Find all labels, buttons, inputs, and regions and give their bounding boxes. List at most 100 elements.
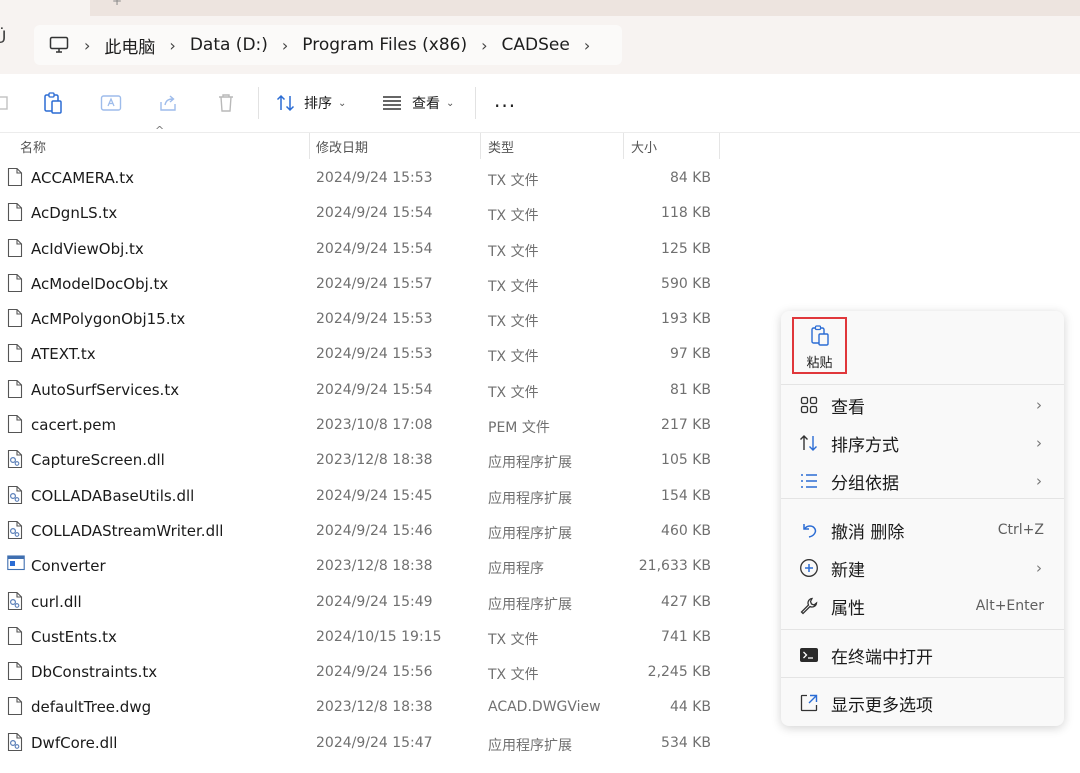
file-row[interactable]: defaultTree.dwg 2023/12/8 18:38 ACAD.DWGVi… [0, 689, 760, 724]
file-row[interactable]: ACCAMERA.tx 2024/9/24 15:53 TX 文件 84 KB [0, 160, 760, 195]
menu-item[interactable]: 在终端中打开 [781, 638, 1064, 672]
menu-item[interactable]: 属性 Alt+Enter [781, 589, 1064, 623]
file-size: 44 KB [669, 699, 711, 716]
dll-icon [7, 520, 23, 540]
file-name: AutoSurfServices.tx [31, 380, 180, 399]
menu-item[interactable]: 查看 › [781, 388, 1064, 422]
dll-icon [7, 591, 23, 611]
paste-icon[interactable] [41, 91, 65, 115]
new-tab-button[interactable]: + [112, 0, 122, 8]
column-divider[interactable] [309, 133, 310, 159]
active-tab[interactable] [0, 0, 90, 16]
column-header-date[interactable]: 修改日期 [316, 133, 368, 159]
menu-item[interactable]: 显示更多选项 [781, 686, 1064, 720]
share-icon[interactable] [156, 91, 180, 115]
file-row[interactable]: AutoSurfServices.tx 2024/9/24 15:54 TX 文件 8… [0, 372, 760, 407]
file-icon [7, 626, 23, 646]
file-row[interactable]: Converter 2023/12/8 18:38 应用程序 21,633 KB [0, 548, 760, 583]
file-date: 2024/9/24 15:53 [316, 346, 433, 363]
sort-label: 排序 [304, 96, 332, 112]
file-row[interactable]: AcMPolygonObj15.tx 2024/9/24 15:53 TX 文件 19… [0, 301, 760, 336]
delete-icon[interactable] [214, 91, 238, 115]
column-divider[interactable] [480, 133, 481, 159]
column-header-size[interactable]: 大小 [631, 133, 657, 159]
file-row[interactable]: CaptureScreen.dll 2023/12/8 18:38 应用程序扩展 10… [0, 442, 760, 477]
file-date: 2024/9/24 15:53 [316, 311, 433, 328]
file-row[interactable]: ATEXT.tx 2024/9/24 15:53 TX 文件 97 KB [0, 336, 760, 371]
file-size: 105 KB [661, 452, 711, 469]
toolbar-divider [475, 87, 476, 119]
wrench-icon [798, 595, 820, 617]
file-row[interactable]: cacert.pem 2023/10/8 17:08 PEM 文件 217 KB [0, 407, 760, 442]
file-type: 应用程序 [488, 561, 544, 578]
file-row[interactable]: AcIdViewObj.tx 2024/9/24 15:54 TX 文件 125 KB [0, 231, 760, 266]
file-row[interactable]: AcModelDocObj.tx 2024/9/24 15:57 TX 文件 590 … [0, 266, 760, 301]
computer-icon[interactable] [48, 34, 70, 56]
breadcrumb-separator[interactable]: › [584, 36, 590, 55]
breadcrumb-item-cadsee[interactable]: CADSee [502, 35, 570, 55]
column-divider[interactable] [623, 133, 624, 159]
dll-icon [7, 449, 23, 469]
file-row[interactable]: DbConstraints.tx 2024/9/24 15:56 TX 文件 2,24… [0, 654, 760, 689]
file-type: TX 文件 [488, 173, 539, 189]
breadcrumb-item-program-files[interactable]: Program Files (x86) [302, 35, 467, 55]
sort-button[interactable]: 排序 ⌄ [276, 89, 346, 117]
file-size: 2,245 KB [647, 664, 711, 681]
file-date: 2024/9/24 15:53 [316, 170, 433, 186]
file-date: 2024/9/24 15:46 [316, 522, 433, 539]
file-row[interactable]: AcDgnLS.tx 2024/9/24 15:54 TX 文件 118 KB [0, 195, 760, 230]
file-date: 2023/12/8 18:38 [316, 699, 433, 716]
chevron-right-icon: › [1036, 396, 1042, 414]
menu-divider [781, 629, 1064, 630]
file-row[interactable]: curl.dll 2024/9/24 15:49 应用程序扩展 427 KB [0, 584, 760, 619]
file-row[interactable]: COLLADAStreamWriter.dll 2024/9/24 15:46 应用… [0, 513, 760, 548]
breadcrumb: › 此电脑 › Data (D:) › Program Files (x86) … [48, 25, 604, 65]
menu-item-label: 新建 [831, 560, 865, 581]
file-row[interactable]: COLLADABaseUtils.dll 2024/9/24 15:45 应用程序扩… [0, 478, 760, 513]
column-header-type[interactable]: 类型 [488, 133, 514, 159]
grid-view-icon [798, 394, 820, 416]
more-options-button[interactable]: ··· [494, 94, 516, 118]
file-name: CustEnts.tx [31, 627, 117, 646]
more-options-icon [798, 692, 820, 714]
menu-item[interactable]: 撤消 删除 Ctrl+Z [781, 513, 1064, 547]
file-name: Converter [31, 557, 106, 576]
file-type: 应用程序扩展 [488, 596, 572, 613]
breadcrumb-separator[interactable]: › [84, 36, 90, 55]
column-header-name[interactable]: 名称 [20, 133, 46, 159]
menu-divider [781, 498, 1064, 499]
breadcrumb-separator[interactable]: › [282, 36, 288, 55]
view-label: 查看 [412, 96, 440, 112]
file-type: 应用程序扩展 [488, 455, 572, 472]
menu-item-label: 显示更多选项 [831, 695, 933, 716]
breadcrumb-separator[interactable]: › [481, 36, 487, 55]
nav-button-partial[interactable]: Ü [0, 28, 6, 48]
file-date: 2024/9/24 15:49 [316, 593, 433, 610]
menu-item-label: 属性 [831, 598, 865, 619]
rename-icon[interactable] [99, 91, 123, 115]
undo-icon [798, 519, 820, 541]
file-type: TX 文件 [488, 384, 539, 401]
menu-item[interactable]: 排序方式 › [781, 426, 1064, 460]
menu-item-label: 分组依据 [831, 473, 899, 494]
paste-button[interactable]: 粘贴 [792, 317, 847, 374]
breadcrumb-item-this-pc[interactable]: 此电脑 [104, 33, 155, 58]
file-size: 21,633 KB [638, 558, 711, 575]
menu-item-shortcut: Alt+Enter [975, 598, 1044, 614]
file-size: 118 KB [661, 205, 711, 222]
file-icon [7, 343, 23, 363]
cut-icon[interactable] [0, 91, 14, 115]
menu-item[interactable]: 新建 › [781, 551, 1064, 585]
menu-item[interactable]: 分组依据 › [781, 464, 1064, 498]
view-button[interactable]: 查看 ⌄ [382, 89, 454, 117]
breadcrumb-item-data-drive[interactable]: Data (D:) [190, 35, 268, 55]
file-row[interactable]: DwfCore.dll 2024/9/24 15:47 应用程序扩展 534 KB [0, 725, 760, 760]
file-name: CaptureScreen.dll [31, 451, 165, 470]
file-name: AcIdViewObj.tx [31, 239, 144, 258]
breadcrumb-separator[interactable]: › [169, 36, 175, 55]
file-row[interactable]: CustEnts.tx 2024/10/15 19:15 TX 文件 741 KB [0, 619, 760, 654]
column-divider[interactable] [719, 133, 720, 159]
file-type: TX 文件 [488, 349, 539, 366]
menu-item-label: 排序方式 [831, 435, 899, 456]
file-type: TX 文件 [488, 314, 539, 331]
